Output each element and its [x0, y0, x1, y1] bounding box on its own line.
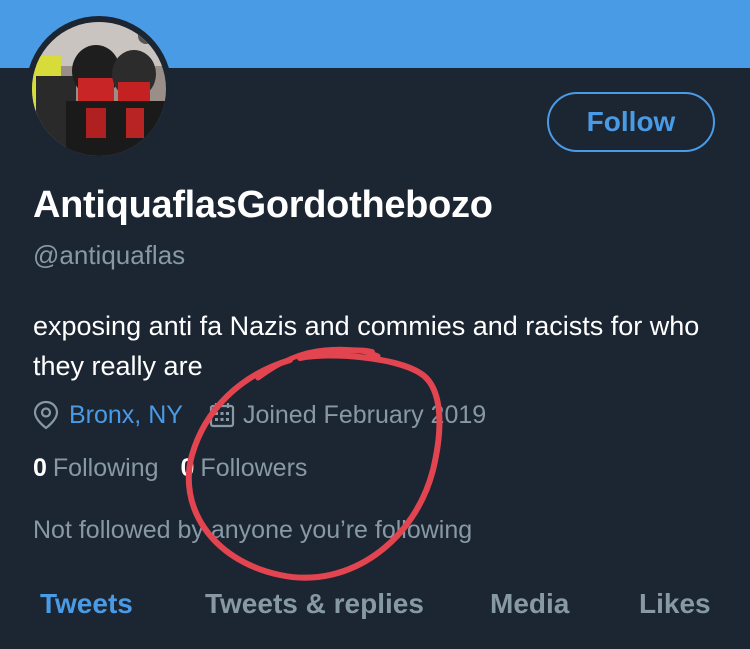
profile-meta: Bronx, NY Joined February 2019 — [33, 398, 486, 432]
calendar-icon — [209, 403, 235, 428]
handle: @antiquaflas — [33, 240, 186, 270]
followers-count: 0 — [180, 454, 195, 482]
follow-stats: 0 Following 0 Followers — [33, 454, 307, 483]
tab-tweets-replies[interactable]: Tweets & replies — [205, 588, 424, 620]
follow-button[interactable]: Follow — [547, 92, 715, 152]
profile-tabs: Tweets Tweets & replies Media Likes — [0, 588, 750, 649]
avatar[interactable] — [26, 16, 172, 162]
followers-stat[interactable]: 0 Followers — [181, 454, 308, 483]
following-count: 0 — [33, 454, 47, 482]
not-followed-notice: Not followed by anyone you’re following — [33, 516, 473, 544]
location-link[interactable]: Bronx, NY — [69, 401, 183, 430]
bio: exposing anti fa Nazis and commies and r… — [33, 311, 700, 381]
joined-date: Joined February 2019 — [242, 400, 487, 429]
tab-tweets[interactable]: Tweets — [40, 588, 133, 620]
followers-label: Followers — [200, 454, 308, 482]
following-label: Following — [52, 454, 159, 482]
tab-likes[interactable]: Likes — [639, 588, 711, 620]
avatar-photo — [32, 22, 166, 156]
display-name: AntiquaflasGordothebozo — [33, 184, 493, 226]
tab-media[interactable]: Media — [490, 588, 569, 620]
following-stat[interactable]: 0 Following — [33, 454, 159, 483]
location-pin-icon — [33, 400, 59, 430]
